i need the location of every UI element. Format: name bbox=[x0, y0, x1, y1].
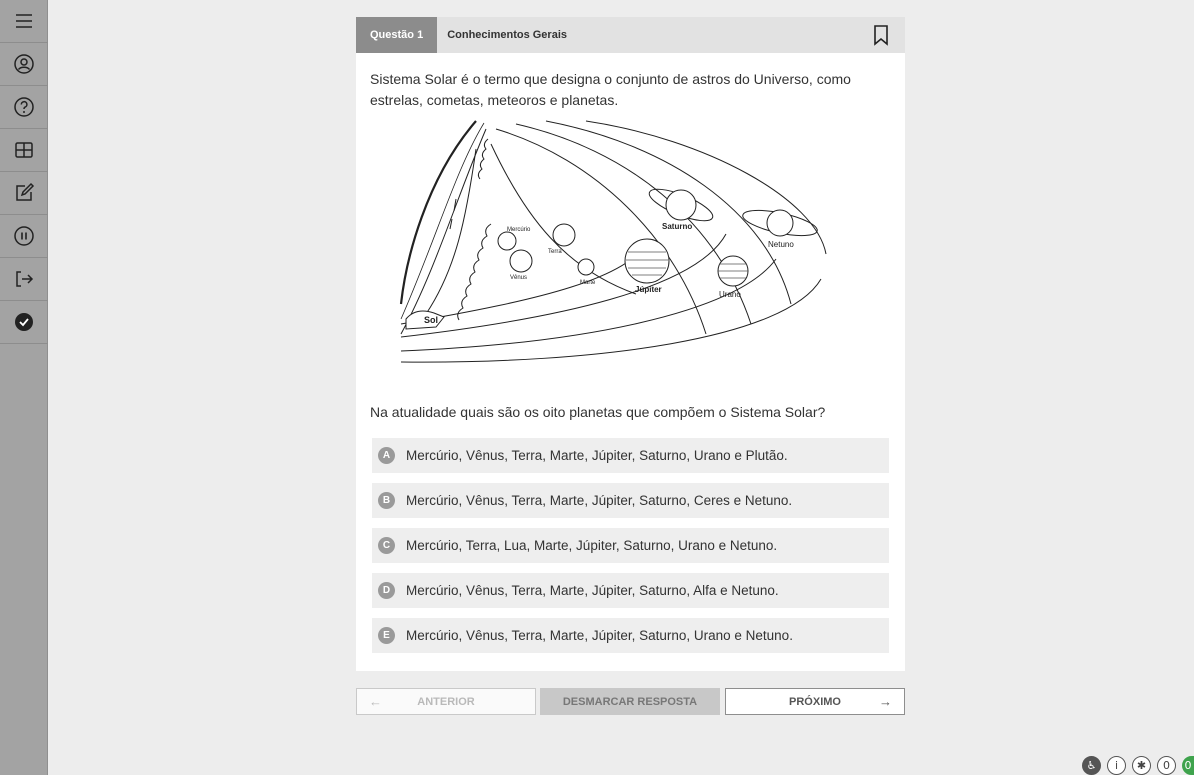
edit-button[interactable] bbox=[0, 172, 48, 215]
grid-button[interactable] bbox=[0, 129, 48, 172]
option-letter: D bbox=[378, 582, 395, 599]
question-navigation: ← ANTERIOR DESMARCAR RESPOSTA PRÓXIMO → bbox=[356, 688, 905, 715]
bug-icon[interactable]: ✱ bbox=[1132, 755, 1151, 775]
question-number-tab[interactable]: Questão 1 bbox=[356, 17, 438, 53]
option-text: Mercúrio, Vênus, Terra, Marte, Júpiter, … bbox=[406, 628, 793, 643]
status-icon[interactable]: 0 bbox=[1182, 755, 1194, 775]
sol-label: Sol bbox=[424, 315, 438, 325]
sidebar bbox=[0, 0, 48, 775]
option-letter: B bbox=[378, 492, 395, 509]
option-letter: E bbox=[378, 627, 395, 644]
help-icon bbox=[14, 97, 34, 117]
clear-answer-button[interactable]: DESMARCAR RESPOSTA bbox=[540, 688, 720, 715]
bookmark-icon bbox=[874, 25, 888, 46]
question-prompt: Na atualidade quais são os oito planetas… bbox=[370, 404, 826, 420]
urano-label: Urano bbox=[719, 290, 741, 299]
option-text: Mercúrio, Terra, Lua, Marte, Júpiter, Sa… bbox=[406, 538, 778, 553]
solar-system-figure: Sol Mercúrio Vênus Terra Marte Júpiter S… bbox=[396, 119, 836, 364]
netuno-label: Netuno bbox=[768, 240, 794, 249]
terra-label: Terra bbox=[548, 249, 562, 255]
clear-answer-label: DESMARCAR RESPOSTA bbox=[562, 695, 698, 708]
grid-icon bbox=[15, 142, 33, 158]
pause-button[interactable] bbox=[0, 215, 48, 258]
option-letter: C bbox=[378, 537, 395, 554]
accessibility-icon[interactable]: ♿ bbox=[1082, 755, 1101, 775]
option-d[interactable]: D Mercúrio, Vênus, Terra, Marte, Júpiter… bbox=[372, 573, 889, 608]
profile-button[interactable] bbox=[0, 43, 48, 86]
marte-label: Marte bbox=[580, 280, 596, 286]
mercurio-label: Mercúrio bbox=[507, 227, 531, 233]
bookmark-button[interactable] bbox=[871, 24, 891, 46]
option-c[interactable]: C Mercúrio, Terra, Lua, Marte, Júpiter, … bbox=[372, 528, 889, 563]
exit-button[interactable] bbox=[0, 258, 48, 301]
venus-label: Vênus bbox=[510, 275, 527, 281]
option-letter: A bbox=[378, 447, 395, 464]
next-label: PRÓXIMO bbox=[789, 695, 841, 708]
option-e[interactable]: E Mercúrio, Vênus, Terra, Marte, Júpiter… bbox=[372, 618, 889, 653]
solar-system-illustration: Sol Mercúrio Vênus Terra Marte Júpiter S… bbox=[399, 120, 827, 363]
question-statement: Sistema Solar é o termo que designa o co… bbox=[370, 71, 851, 108]
menu-icon bbox=[16, 14, 32, 28]
next-button[interactable]: PRÓXIMO → bbox=[725, 688, 905, 715]
jupiter-label: Júpiter bbox=[635, 285, 662, 294]
previous-button[interactable]: ← ANTERIOR bbox=[356, 688, 536, 715]
counter-icon[interactable]: 0 bbox=[1157, 755, 1176, 775]
option-b[interactable]: B Mercúrio, Vênus, Terra, Marte, Júpiter… bbox=[372, 483, 889, 518]
exit-icon bbox=[16, 271, 34, 287]
question-subject: Conhecimentos Gerais bbox=[447, 29, 568, 41]
option-text: Mercúrio, Vênus, Terra, Marte, Júpiter, … bbox=[406, 448, 788, 463]
finish-button[interactable] bbox=[0, 301, 48, 344]
arrow-right-icon: → bbox=[879, 694, 892, 709]
check-circle-icon bbox=[15, 313, 33, 331]
arrow-left-icon: ← bbox=[369, 694, 382, 709]
menu-button[interactable] bbox=[0, 0, 48, 43]
pause-icon bbox=[14, 226, 34, 246]
previous-label: ANTERIOR bbox=[417, 695, 475, 708]
answer-options: A Mercúrio, Vênus, Terra, Marte, Júpiter… bbox=[372, 438, 889, 653]
info-icon[interactable]: i bbox=[1107, 755, 1126, 775]
help-button[interactable] bbox=[0, 86, 48, 129]
saturno-label: Saturno bbox=[662, 222, 692, 231]
edit-icon bbox=[16, 182, 35, 201]
bottom-tray: ♿ i ✱ 0 0 bbox=[1082, 755, 1194, 775]
option-a[interactable]: A Mercúrio, Vênus, Terra, Marte, Júpiter… bbox=[372, 438, 889, 473]
user-icon bbox=[14, 54, 34, 74]
question-card: Questão 1 Conhecimentos Gerais Sistema S… bbox=[356, 17, 905, 671]
question-header: Questão 1 Conhecimentos Gerais bbox=[356, 17, 905, 53]
option-text: Mercúrio, Vênus, Terra, Marte, Júpiter, … bbox=[406, 583, 779, 598]
option-text: Mercúrio, Vênus, Terra, Marte, Júpiter, … bbox=[406, 493, 793, 508]
